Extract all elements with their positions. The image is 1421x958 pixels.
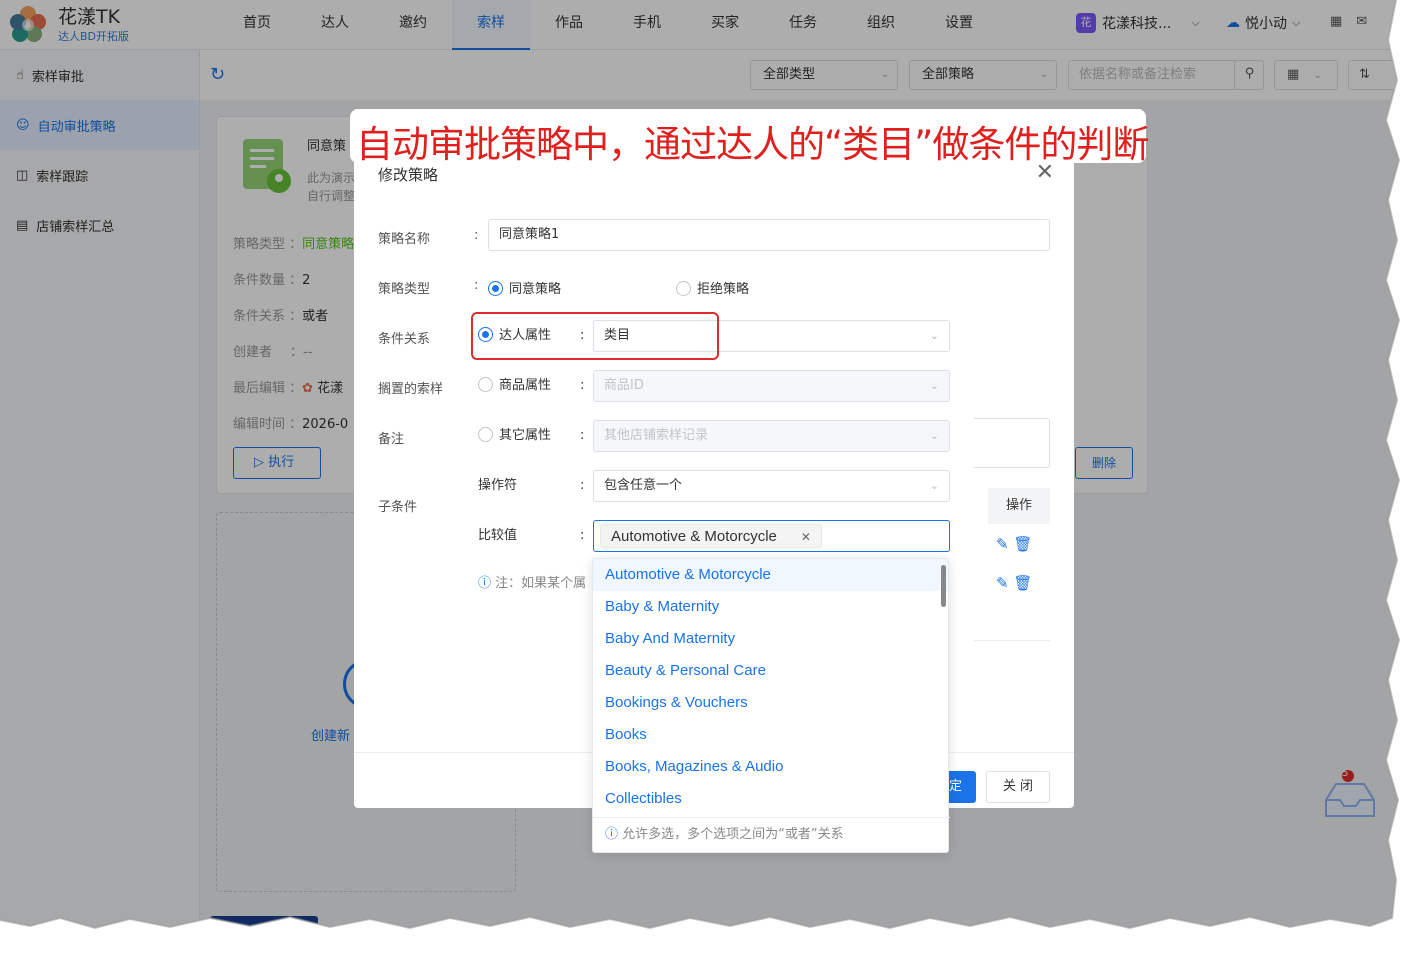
torn-edge-decoration xyxy=(0,0,1421,958)
